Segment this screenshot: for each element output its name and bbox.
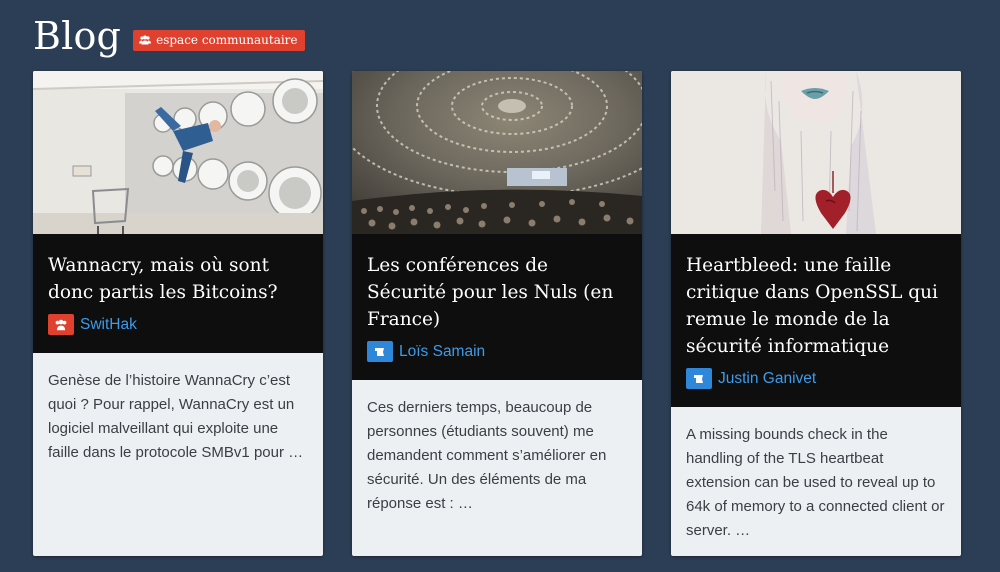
- flag-icon: [686, 368, 712, 389]
- users-icon: [48, 314, 74, 335]
- community-badge[interactable]: espace communautaire: [133, 29, 305, 51]
- author-name[interactable]: Justin Ganivet: [718, 370, 816, 388]
- blog-page: Blog espace communautaire Wannacry, mais…: [0, 0, 1000, 572]
- post-author[interactable]: Loïs Samain: [367, 341, 627, 362]
- post-excerpt: Ces derniers temps, beaucoup de personne…: [367, 399, 607, 512]
- post-excerpt: Genèse de l’histoire WannaCry c’est quoi…: [48, 372, 304, 461]
- users-icon: [139, 35, 152, 44]
- page-title: Blog: [33, 14, 122, 58]
- post-header: Heartbleed: une faille critique dans Ope…: [671, 234, 961, 407]
- post-header: Les conférences de Sécurité pour les Nul…: [352, 234, 642, 380]
- post-card: Heartbleed: une faille critique dans Ope…: [671, 71, 961, 556]
- badge-label: espace communautaire: [156, 32, 298, 47]
- author-name[interactable]: Loïs Samain: [399, 343, 485, 361]
- post-title[interactable]: Les conférences de Sécurité pour les Nul…: [367, 252, 627, 333]
- post-card: Les conférences de Sécurité pour les Nul…: [352, 71, 642, 556]
- post-author[interactable]: Justin Ganivet: [686, 368, 946, 389]
- post-thumbnail-heart-painting[interactable]: [671, 71, 961, 234]
- flag-icon: [367, 341, 393, 362]
- post-title[interactable]: Wannacry, mais où sont donc partis les B…: [48, 252, 308, 306]
- post-thumbnail-laundromat[interactable]: [33, 71, 323, 234]
- post-card: Wannacry, mais où sont donc partis les B…: [33, 71, 323, 556]
- post-title[interactable]: Heartbleed: une faille critique dans Ope…: [686, 252, 946, 360]
- blog-header: Blog espace communautaire: [33, 14, 305, 58]
- author-name[interactable]: SwitHak: [80, 316, 137, 334]
- post-header: Wannacry, mais où sont donc partis les B…: [33, 234, 323, 353]
- post-excerpt: A missing bounds check in the handling o…: [686, 426, 945, 539]
- post-thumbnail-conference[interactable]: [352, 71, 642, 234]
- post-author[interactable]: SwitHak: [48, 314, 308, 335]
